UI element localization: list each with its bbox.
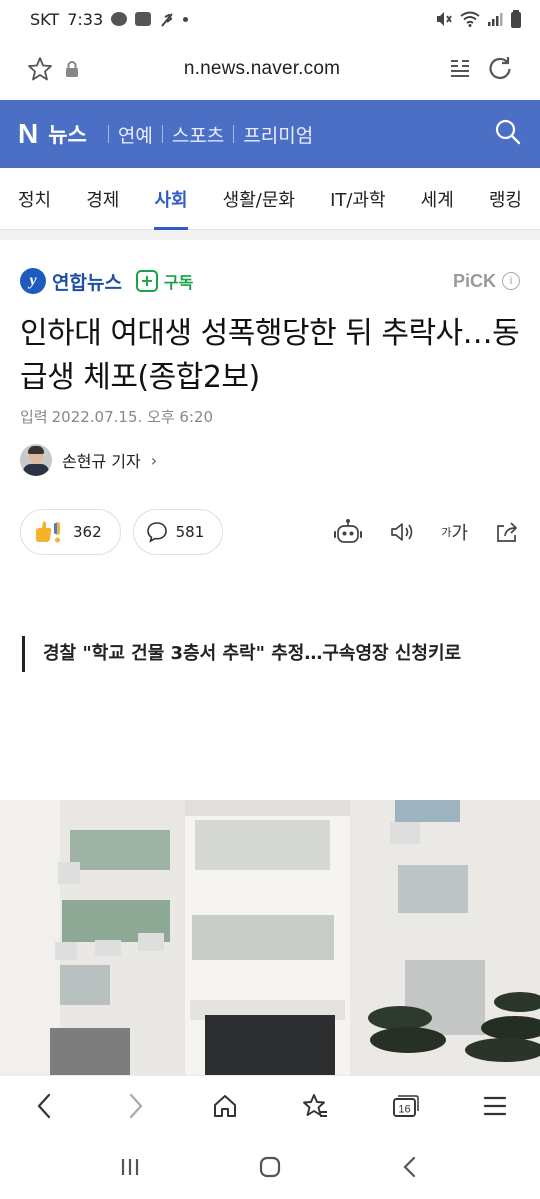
plus-icon: + (135, 270, 158, 292)
battery-icon (511, 10, 521, 28)
divider (233, 125, 235, 143)
tabs-button[interactable]: 16 (380, 1081, 430, 1131)
like-button[interactable]: 362 (20, 509, 121, 555)
divider (161, 125, 163, 143)
font-small-label: 가 (441, 526, 452, 539)
signal-icon (488, 13, 503, 26)
home-button-icon[interactable] (245, 1142, 295, 1192)
tab-society[interactable]: 사회 (154, 168, 188, 230)
like-count: 362 (73, 523, 102, 541)
article-dateline: 입력 2022.07.15. 오후 6:20 (20, 406, 213, 427)
category-tabs: 정치 경제 사회 생활/문화 IT/과학 세계 랭킹 (0, 168, 540, 230)
date-label: 입력 (20, 408, 48, 426)
news-brand-link[interactable]: 뉴스 (48, 119, 87, 149)
reload-icon[interactable] (480, 49, 520, 89)
reader-mode-icon[interactable] (440, 49, 480, 89)
bookmark-star-icon[interactable] (20, 49, 60, 89)
menu-icon[interactable] (470, 1081, 520, 1131)
talk-icon (111, 12, 128, 26)
reporter-avatar (20, 444, 52, 476)
system-back-icon[interactable] (385, 1142, 435, 1192)
mute-vibrate-icon (437, 12, 452, 26)
reporter-link[interactable]: 손현규 기자 › (20, 444, 157, 476)
address-bar: n.news.naver.com (0, 38, 540, 100)
reporter-name: 손현규 기자 (62, 452, 141, 471)
speaker-icon[interactable] (389, 521, 415, 543)
carrier-label: SKT (30, 9, 60, 29)
home-icon[interactable] (200, 1081, 250, 1131)
time-label: 7:33 (67, 9, 104, 29)
bookmarks-star-icon[interactable] (290, 1081, 340, 1131)
back-icon[interactable] (20, 1081, 70, 1131)
ai-summary-robot-icon[interactable] (333, 518, 363, 546)
subscribe-button[interactable]: + 구독 (135, 269, 194, 293)
section-link-sports[interactable]: 스포츠 (172, 121, 224, 148)
font-large-label: 가 (451, 523, 468, 544)
info-icon: i (502, 272, 520, 290)
tab-economy[interactable]: 경제 (86, 168, 119, 230)
mute-icon (159, 12, 175, 27)
article-title: 인하대 여대생 성폭행당한 뒤 추락사…동급생 체포(종합2보) (20, 316, 520, 395)
tab-ranking[interactable]: 랭킹 (489, 168, 522, 230)
press-row: y 연합뉴스 + 구독 PiCK i (20, 262, 520, 300)
forward-icon[interactable] (110, 1081, 160, 1131)
building-photo (0, 800, 540, 1075)
section-link-entertainment[interactable]: 연예 (118, 121, 153, 148)
comment-count: 581 (175, 523, 205, 541)
tab-life-culture[interactable]: 생활/문화 (223, 168, 295, 230)
comment-icon (146, 522, 167, 543)
system-nav-bar (0, 1135, 540, 1199)
chevron-right-icon: › (150, 450, 158, 470)
reaction-toolbar: 362 581 가가 (20, 508, 520, 556)
section-divider (0, 230, 540, 240)
article-tools: 가가 (333, 518, 520, 546)
tab-count: 16 (398, 1103, 410, 1115)
pick-badge[interactable]: PiCK i (453, 271, 520, 292)
status-bar: SKT 7:33 (0, 0, 540, 38)
share-icon[interactable] (494, 520, 520, 544)
press-logo[interactable]: y 연합뉴스 (20, 268, 122, 295)
comment-button[interactable]: 581 (132, 509, 224, 555)
naver-news-header: N 뉴스 연예 스포츠 프리미엄 (0, 100, 540, 168)
published-date: 2022.07.15. 오후 6:20 (51, 408, 214, 426)
wifi-icon (460, 11, 480, 27)
naver-logo[interactable]: N (18, 118, 38, 150)
thumbs-up-emoji-icon (36, 521, 60, 543)
tab-world[interactable]: 세계 (421, 168, 454, 230)
article-subheadline: 경찰 "학교 건물 3층서 추락" 추정…구속영장 신청키로 (22, 636, 520, 672)
tab-it-science[interactable]: IT/과학 (330, 168, 386, 230)
notification-dot (183, 16, 189, 22)
pick-label: PiCK (452, 270, 496, 291)
article-photo[interactable] (0, 800, 540, 1075)
subscribe-label: 구독 (163, 273, 194, 292)
press-name: 연합뉴스 (52, 271, 122, 294)
search-icon[interactable] (494, 118, 522, 150)
browser-bottom-bar: 16 (0, 1075, 540, 1135)
font-size-button[interactable]: 가가 (441, 519, 468, 545)
gallery-icon (135, 12, 152, 26)
recent-apps-icon[interactable] (105, 1142, 155, 1192)
tab-politics[interactable]: 정치 (18, 168, 51, 230)
yonhap-logo-icon: y (20, 268, 46, 294)
section-link-premium[interactable]: 프리미엄 (243, 121, 313, 148)
url-field[interactable]: n.news.naver.com (84, 58, 440, 80)
lock-icon (60, 49, 84, 89)
divider (107, 125, 109, 143)
